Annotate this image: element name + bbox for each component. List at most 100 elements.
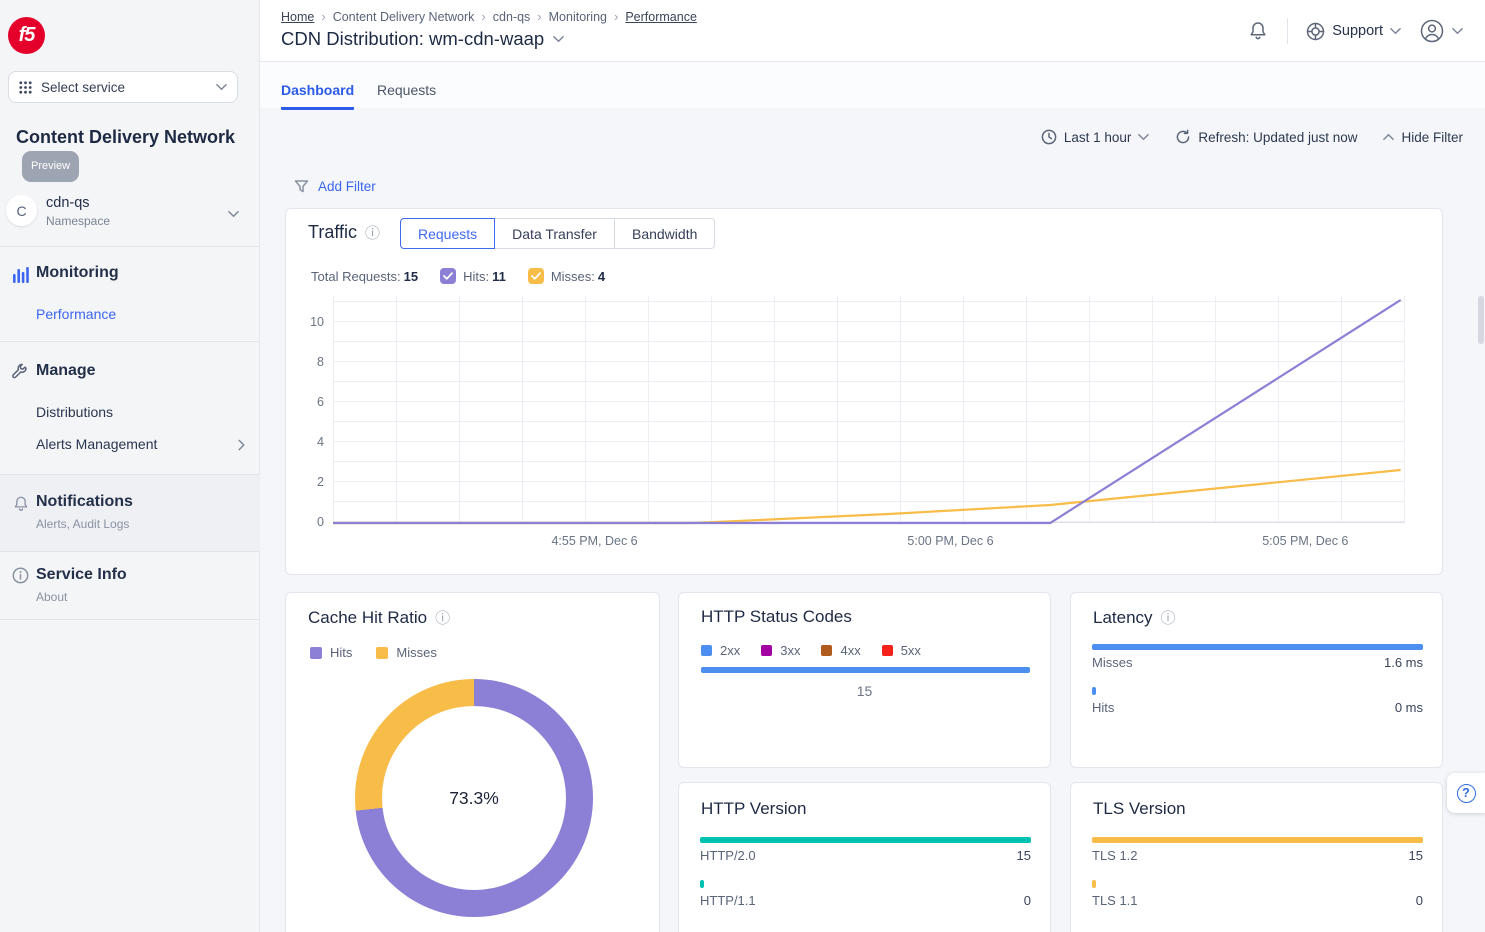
- metric-bar: [700, 837, 1031, 843]
- x-tick-label: 4:55 PM, Dec 6: [551, 534, 637, 548]
- app-root: f5 Select service Content Delivery Netwo…: [0, 0, 1485, 932]
- legend-item: 4xx: [821, 643, 860, 658]
- f5-logo-text: f5: [19, 24, 35, 47]
- tls-version-bars: TLS 1.215 TLS 1.10: [1092, 837, 1423, 925]
- info-icon[interactable]: ⓘ: [1161, 607, 1176, 628]
- legend-label: 2xx: [720, 643, 740, 658]
- legend-swatch: [882, 645, 893, 656]
- hide-filter-toggle[interactable]: Hide Filter: [1383, 130, 1463, 145]
- cache-title: Cache Hit Ratio: [308, 608, 427, 628]
- metric-label: Misses: [1092, 655, 1132, 670]
- legend-label: 5xx: [901, 643, 921, 658]
- latency-bars: Misses1.6 msHits0 ms: [1092, 644, 1423, 732]
- toggle-bandwidth[interactable]: Bandwidth: [614, 218, 715, 249]
- help-button[interactable]: ?: [1447, 773, 1485, 813]
- wrench-icon: [11, 363, 28, 380]
- cache-donut-chart: 73.3%: [355, 679, 593, 917]
- divider: [0, 341, 260, 342]
- refresh-button[interactable]: Refresh: Updated just now: [1175, 129, 1357, 145]
- chevron-down-icon: [1138, 133, 1149, 141]
- hits-stat: Hits:11: [440, 268, 506, 284]
- info-icon[interactable]: ⓘ: [365, 222, 380, 243]
- product-title: Content Delivery NetworkPreview: [16, 124, 252, 182]
- time-range-label: Last 1 hour: [1064, 130, 1132, 145]
- metric-value: 1.6 ms: [1384, 655, 1423, 670]
- metric-value: 15: [1409, 848, 1423, 863]
- support-menu[interactable]: Support: [1306, 22, 1401, 41]
- question-mark-icon: ?: [1457, 784, 1476, 803]
- info-icon: [12, 567, 29, 584]
- legend-swatch: [821, 645, 832, 656]
- scrollbar-thumb[interactable]: [1478, 296, 1484, 344]
- user-menu[interactable]: [1419, 18, 1463, 44]
- y-tick-label: 2: [286, 475, 324, 489]
- metric-row-labels: TLS 1.215: [1092, 848, 1423, 863]
- f5-logo[interactable]: f5: [8, 17, 45, 54]
- cache-legend: Hits Misses: [310, 645, 437, 660]
- add-filter-button[interactable]: Add Filter: [294, 179, 376, 194]
- y-tick-label: 8: [286, 355, 324, 369]
- breadcrumb: Home›Content Delivery Network›cdn-qs›Mon…: [281, 9, 697, 24]
- metric-value: 0: [1024, 893, 1031, 908]
- service-info-sub: About: [36, 590, 67, 604]
- distribution-selector-chevron[interactable]: [553, 35, 564, 43]
- toggle-requests[interactable]: Requests: [400, 218, 495, 249]
- x-tick-label: 5:00 PM, Dec 6: [907, 534, 993, 548]
- metric-row-labels: HTTP/2.015: [700, 848, 1031, 863]
- namespace-selector[interactable]: C cdn-qs Namespace: [0, 192, 260, 236]
- chevron-down-icon: [216, 83, 227, 91]
- notifications-bell-icon[interactable]: [1247, 20, 1269, 42]
- tab-bar: Dashboard Requests: [260, 62, 1485, 108]
- legend-item: 2xx: [701, 643, 740, 658]
- breadcrumb-item[interactable]: Home: [281, 10, 314, 24]
- chevron-down-icon: [1452, 27, 1463, 35]
- add-filter-label: Add Filter: [318, 179, 376, 194]
- metric-bar: [1092, 837, 1423, 843]
- traffic-line-chart: [333, 296, 1405, 523]
- refresh-label: Refresh: Updated just now: [1198, 130, 1357, 145]
- tab-requests[interactable]: Requests: [377, 82, 436, 107]
- toggle-data-transfer[interactable]: Data Transfer: [494, 218, 615, 249]
- tls-version-card: TLS Version TLS 1.215 TLS 1.10: [1070, 782, 1443, 932]
- http-version-title: HTTP Version: [701, 799, 807, 819]
- filter-controls: Last 1 hour Refresh: Updated just now Hi…: [1041, 129, 1463, 145]
- metric-row-labels: TLS 1.10: [1092, 893, 1423, 908]
- support-label: Support: [1332, 23, 1383, 39]
- sidebar-item-alerts-management[interactable]: Alerts Management: [36, 436, 157, 452]
- divider: [1287, 18, 1288, 44]
- chevron-up-icon: [1383, 133, 1394, 141]
- page-header: Home›Content Delivery Network›cdn-qs›Mon…: [260, 0, 1485, 62]
- page-title: CDN Distribution: wm-cdn-waap: [281, 28, 544, 50]
- status-bar-value: 15: [679, 683, 1050, 699]
- latency-title: Latency: [1093, 608, 1153, 628]
- legend-label: Misses: [396, 645, 436, 660]
- series-line-misses: [333, 470, 1401, 523]
- breadcrumb-item: Monitoring: [549, 10, 607, 24]
- http-version-card: HTTP Version HTTP/2.015 HTTP/1.1 0: [678, 782, 1051, 932]
- y-tick-label: 10: [286, 315, 324, 329]
- status-2xx-bar: [701, 667, 1030, 673]
- sidebar-item-distributions[interactable]: Distributions: [36, 404, 113, 420]
- info-icon[interactable]: ⓘ: [435, 607, 450, 628]
- legend-label: Hits: [330, 645, 352, 660]
- hits-checkbox[interactable]: [440, 268, 456, 284]
- select-service-dropdown[interactable]: Select service: [8, 71, 238, 103]
- metric-label: TLS 1.1: [1092, 893, 1138, 908]
- sidebar-item-notifications[interactable]: Notifications Alerts, Audit Logs: [0, 475, 260, 552]
- user-avatar-icon: [1419, 18, 1445, 44]
- y-tick-label: 4: [286, 435, 324, 449]
- metric-value: 0 ms: [1395, 700, 1423, 715]
- misses-checkbox[interactable]: [528, 268, 544, 284]
- breadcrumb-separator: ›: [614, 9, 618, 24]
- tls-version-title: TLS Version: [1093, 799, 1186, 819]
- metric-label: HTTP/1.1: [700, 893, 756, 908]
- tab-dashboard[interactable]: Dashboard: [281, 82, 354, 110]
- sidebar-item-manage: Manage: [36, 362, 96, 380]
- breadcrumb-item: Content Delivery Network: [333, 10, 475, 24]
- metric-bar: [1092, 644, 1423, 650]
- sidebar-item-performance[interactable]: Performance: [36, 306, 116, 322]
- time-range-selector[interactable]: Last 1 hour: [1041, 129, 1150, 145]
- breadcrumb-item[interactable]: Performance: [625, 10, 697, 24]
- sidebar-item-monitoring[interactable]: Monitoring: [36, 264, 119, 282]
- y-tick-label: 6: [286, 395, 324, 409]
